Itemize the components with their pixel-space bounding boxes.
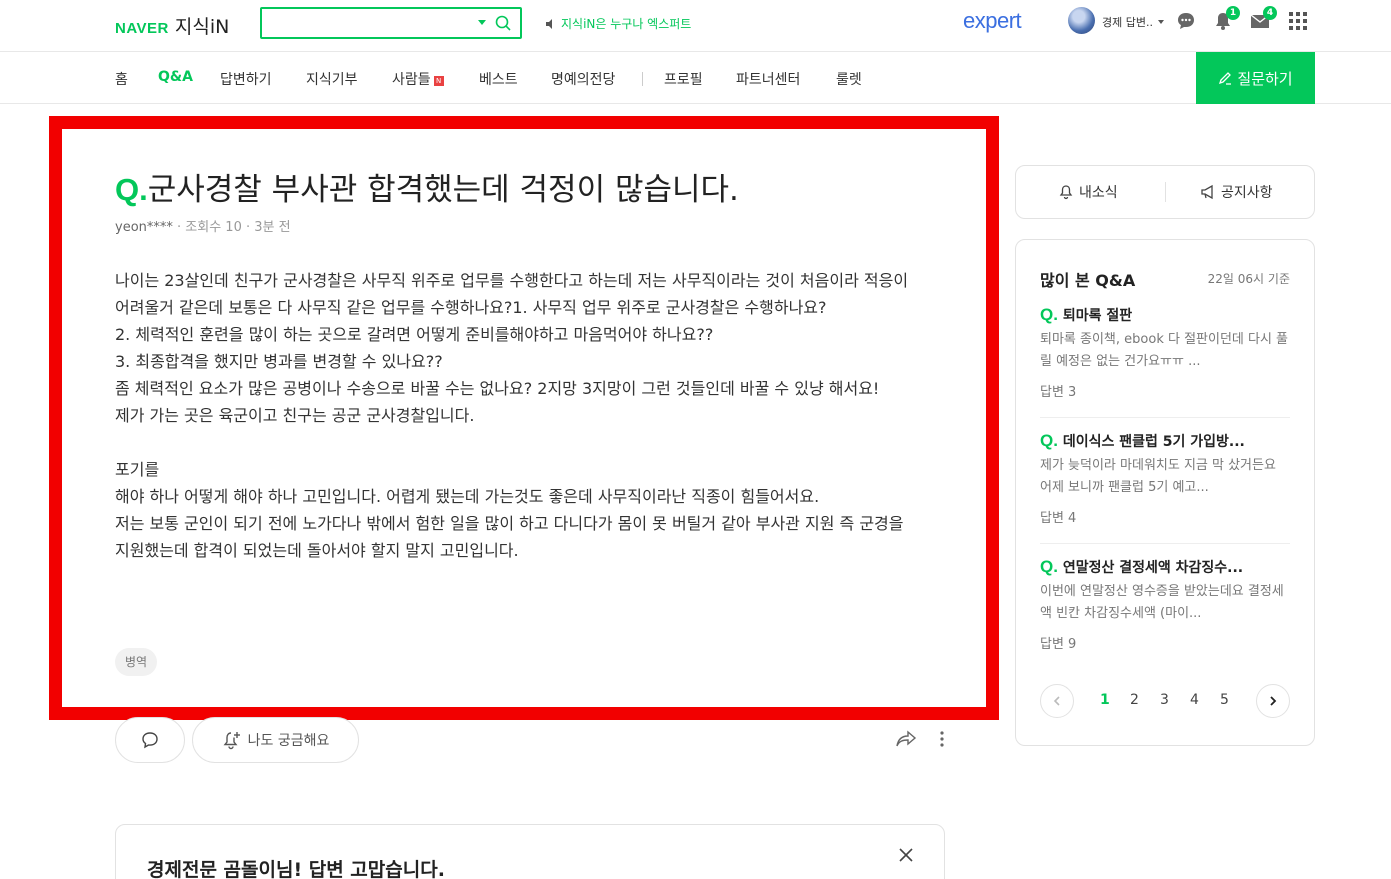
popular-item[interactable]: Q. 데이식스 팬클럽 5기 가입방... 제가 늦덕이라 마데워치도 지금 막… xyxy=(1040,430,1290,526)
chevron-down-icon[interactable] xyxy=(1158,20,1164,24)
nav-answer[interactable]: 답변하기 xyxy=(220,69,272,89)
nav-profile[interactable]: 프로필 xyxy=(664,69,703,89)
popular-item-answers: 답변 9 xyxy=(1040,637,1077,652)
sidebar-tabs: 내소식 공지사항 xyxy=(1015,165,1315,219)
bell-icon xyxy=(1059,185,1073,200)
nav-people-label: 사람들 xyxy=(392,72,431,88)
page-3[interactable]: 3 xyxy=(1160,692,1169,708)
nav-people[interactable]: 사람들 N xyxy=(392,69,444,89)
page-5[interactable]: 5 xyxy=(1220,692,1229,708)
chat-icon[interactable] xyxy=(1175,10,1197,32)
nav-qna[interactable]: Q&A xyxy=(158,69,193,85)
question-author[interactable]: yeon**** xyxy=(115,220,173,235)
question-tag[interactable]: 병역 xyxy=(115,648,158,676)
question-meta: yeon**** · 조회수 10 · 3분 전 xyxy=(115,216,291,235)
new-badge: N xyxy=(433,76,444,86)
page-1[interactable]: 1 xyxy=(1100,692,1110,708)
page-2[interactable]: 2 xyxy=(1130,692,1139,708)
popular-item-desc[interactable]: 이번에 연말정산 영수증을 받았는데요 결정세액 빈칸 차감징수세액 (마이..… xyxy=(1040,581,1290,625)
question-mark: Q. xyxy=(1040,305,1058,324)
speaker-icon xyxy=(546,18,552,29)
popular-qna-panel: 많이 본 Q&A 22일 06시 기준 Q. 퇴마록 절판 퇴마록 종이책, e… xyxy=(1015,239,1315,746)
ask-question-label: 질문하기 xyxy=(1237,69,1293,88)
popular-item-answers: 답변 3 xyxy=(1040,385,1077,400)
pencil-icon xyxy=(1219,72,1232,85)
question-mark: Q. xyxy=(1040,557,1058,576)
popular-divider xyxy=(1040,417,1290,418)
user-name[interactable]: 경제 답변.. xyxy=(1102,14,1153,30)
nav-donate[interactable]: 지식기부 xyxy=(306,69,358,89)
question-views: 조회수 10 xyxy=(185,220,242,235)
question-mark: Q. xyxy=(1040,431,1058,450)
search-icon[interactable] xyxy=(494,14,512,32)
popular-item-answers: 답변 4 xyxy=(1040,511,1077,526)
message-badge: 4 xyxy=(1263,6,1277,20)
question-mark: Q. xyxy=(115,172,148,207)
prev-page-button[interactable] xyxy=(1040,684,1074,718)
close-icon[interactable] xyxy=(898,847,914,863)
more-options-icon[interactable] xyxy=(936,730,948,748)
chevron-right-icon xyxy=(1270,696,1277,706)
expert-notice-text[interactable]: 지식iN은 누구나 엑스퍼트 xyxy=(561,15,691,32)
bell-plus-icon xyxy=(223,732,240,750)
top-bar: NAVER 지식iN 지식iN은 누구나 엑스퍼트 expert 경제 답변..… xyxy=(0,0,1391,52)
expert-logo[interactable]: expert xyxy=(963,8,1022,34)
popular-item-title-text: 퇴마록 절판 xyxy=(1062,308,1133,324)
kin-logo-text[interactable]: 지식iN xyxy=(175,12,229,39)
notification-button[interactable]: 1 xyxy=(1212,6,1240,32)
naver-kin-logo[interactable]: NAVER 지식iN xyxy=(115,12,229,39)
popular-item-title[interactable]: Q. 연말정산 결정세액 차감징수... xyxy=(1040,556,1290,578)
nav-home[interactable]: 홈 xyxy=(115,69,128,89)
nav-best[interactable]: 베스트 xyxy=(479,69,518,89)
popular-item[interactable]: Q. 연말정산 결정세액 차감징수... 이번에 연말정산 영수증을 받았는데요… xyxy=(1040,556,1290,652)
share-icon[interactable] xyxy=(895,730,917,748)
popular-item-title[interactable]: Q. 데이식스 팬클럽 5기 가입방... xyxy=(1040,430,1290,452)
popular-item-title-text: 데이식스 팬클럽 5기 가입방... xyxy=(1062,434,1245,450)
popular-title: 많이 본 Q&A xyxy=(1040,271,1136,290)
popular-item-desc[interactable]: 퇴마록 종이책, ebook 다 절판이던데 다시 풀릴 예정은 없는 건가요ㅠ… xyxy=(1040,329,1290,373)
avatar[interactable] xyxy=(1068,7,1095,34)
answer-card-title: 경제전문 곰돌이님! 답변 고맙습니다. xyxy=(147,859,445,879)
tab-my-news-label: 내소식 xyxy=(1079,185,1118,201)
comment-icon xyxy=(142,732,158,749)
tab-notice-label: 공지사항 xyxy=(1221,185,1273,201)
popular-item-desc[interactable]: 제가 늦덕이라 마데워치도 지금 막 샀거든요 어제 보니까 팬클럽 5기 예고… xyxy=(1040,455,1290,499)
popular-item-title-text: 연말정산 결정세액 차감징수... xyxy=(1062,560,1244,576)
nav-roulette[interactable]: 룰렛 xyxy=(836,69,862,89)
question-title-text: 군사경찰 부사관 합격했는데 걱정이 많습니다. xyxy=(147,172,739,208)
popular-item-title[interactable]: Q. 퇴마록 절판 xyxy=(1040,304,1290,326)
naver-logo-text[interactable]: NAVER xyxy=(115,20,169,37)
ask-question-button[interactable]: 질문하기 xyxy=(1196,52,1315,104)
main-nav: 홈 Q&A 답변하기 지식기부 사람들 N 베스트 명예의전당 프로필 파트너센터… xyxy=(0,52,1391,104)
tab-my-news[interactable]: 내소식 xyxy=(1058,182,1118,202)
question-time: 3분 전 xyxy=(254,220,291,235)
nav-partner-center[interactable]: 파트너센터 xyxy=(736,69,800,89)
question-body: 나이는 23살인데 친구가 군사경찰은 사무직 위주로 업무를 수행한다고 하는… xyxy=(115,271,909,560)
app-grid-icon[interactable] xyxy=(1288,11,1308,31)
curious-button[interactable]: 나도 궁금해요 xyxy=(192,717,359,763)
question-title: Q.군사경찰 부사관 합격했는데 걱정이 많습니다. xyxy=(115,164,739,209)
page-4[interactable]: 4 xyxy=(1190,692,1199,708)
comment-button[interactable] xyxy=(115,717,185,763)
tab-notice[interactable]: 공지사항 xyxy=(1200,182,1273,202)
next-page-button[interactable] xyxy=(1256,684,1290,718)
nav-divider xyxy=(642,72,643,86)
message-button[interactable]: 4 xyxy=(1249,6,1277,32)
popular-item[interactable]: Q. 퇴마록 절판 퇴마록 종이책, ebook 다 절판이던데 다시 풀릴 예… xyxy=(1040,304,1290,400)
nav-hall-of-fame[interactable]: 명예의전당 xyxy=(551,69,615,89)
popular-timestamp: 22일 06시 기준 xyxy=(1207,272,1290,286)
search-dropdown-icon[interactable] xyxy=(478,20,486,25)
curious-label: 나도 궁금해요 xyxy=(247,733,330,749)
chevron-left-icon xyxy=(1053,696,1060,706)
tab-divider xyxy=(1165,182,1166,202)
notification-badge: 1 xyxy=(1226,6,1240,20)
answer-thanks-card: 경제전문 곰돌이님! 답변 고맙습니다. xyxy=(115,824,945,879)
popular-divider xyxy=(1040,543,1290,544)
megaphone-icon xyxy=(1201,184,1213,200)
search-input[interactable] xyxy=(260,7,522,39)
expert-notice-link[interactable]: 지식iN은 누구나 엑스퍼트 xyxy=(545,15,691,32)
